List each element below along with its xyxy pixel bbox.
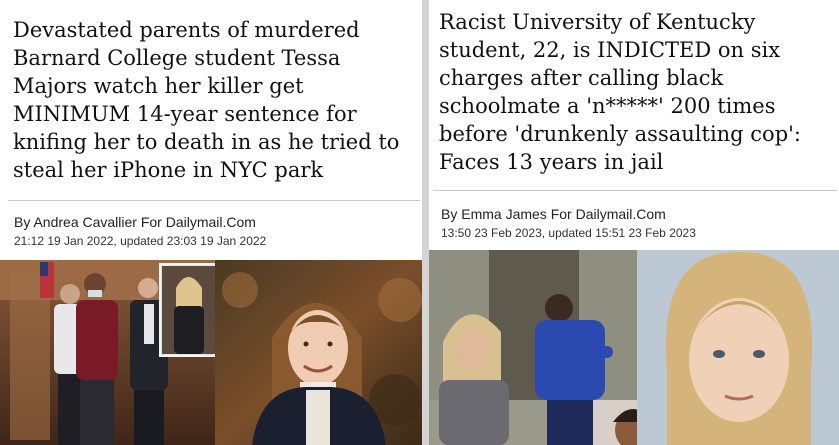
right-article-timestamp: 13:50 23 Feb 2023, updated 15:51 23 Feb … [441,226,696,240]
left-article-byline: By Andrea Cavallier For Dailymail.Com [14,214,256,230]
left-article-headline[interactable]: Devastated parents of murdered Barnard C… [13,16,413,184]
courtroom-and-portrait-illustration [0,260,422,445]
left-article-photo[interactable] [0,260,422,445]
left-article-divider [8,200,420,201]
right-article-divider [433,190,837,191]
right-article-byline: By Emma James For Dailymail.Com [441,206,666,222]
left-article-card[interactable]: Devastated parents of murdered Barnard C… [0,0,422,445]
right-article-card[interactable]: Racist University of Kentucky student, 2… [429,0,839,445]
left-article-timestamp: 21:12 19 Jan 2022, updated 23:03 19 Jan … [14,234,267,248]
altercation-and-mugshot-illustration [429,250,839,445]
right-article-headline[interactable]: Racist University of Kentucky student, 2… [439,8,837,176]
right-article-photo[interactable] [429,250,839,445]
